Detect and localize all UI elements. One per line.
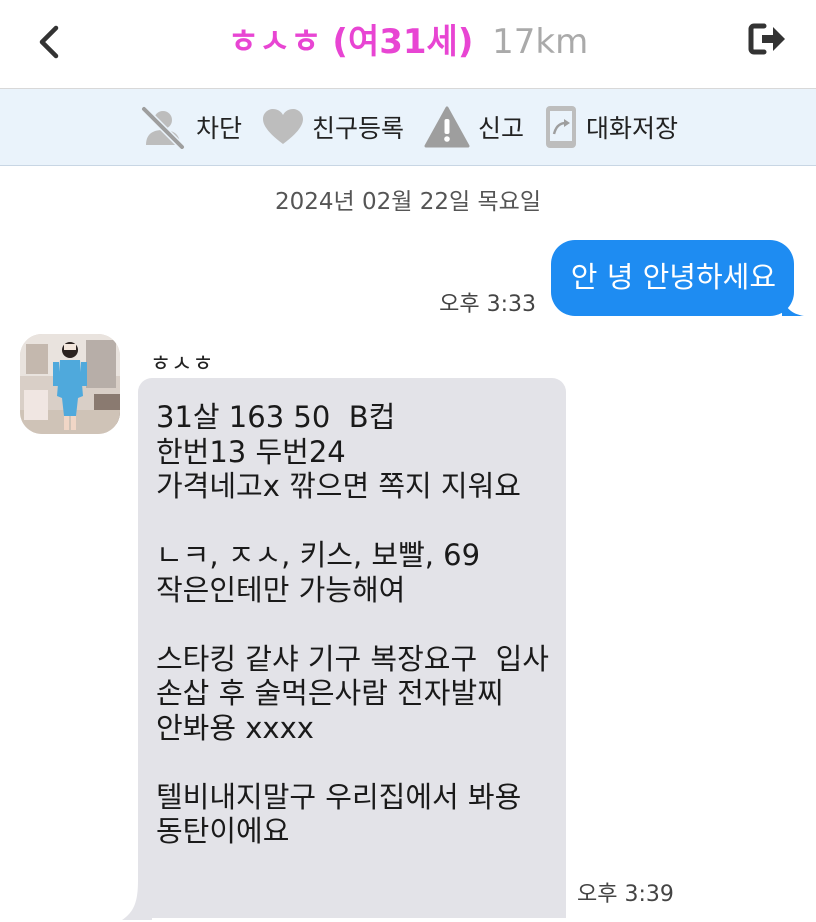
leave-chat-button[interactable] <box>744 18 792 62</box>
block-label: 차단 <box>195 114 242 143</box>
outgoing-bubble: 안 녕 안녕하세요 <box>550 240 804 316</box>
add-friend-label: 친구등록 <box>311 114 404 143</box>
outgoing-message[interactable]: 안 녕 안녕하세요 <box>550 240 804 316</box>
incoming-text: 31살 163 50 B컵 한번13 두번24 가격네고x 깎으면 쪽지 지워요… <box>156 400 549 848</box>
avatar[interactable] <box>20 334 120 434</box>
chat-title: ㅎㅅㅎ (여31세) 17km <box>0 22 816 62</box>
warning-icon <box>424 106 470 148</box>
incoming-message-time: 오후 3:39 <box>577 882 674 907</box>
report-button[interactable]: 신고 <box>424 106 524 148</box>
action-bar: 차단 친구등록 신고 대화저장 <box>0 89 816 166</box>
add-friend-button[interactable]: 친구등록 <box>262 108 404 146</box>
save-chat-button[interactable]: 대화저장 <box>544 104 678 150</box>
profile-photo <box>20 334 120 434</box>
block-button[interactable]: 차단 <box>138 105 242 149</box>
partner-distance: 17km <box>492 22 589 62</box>
save-chat-icon <box>546 106 577 148</box>
outgoing-message-time: 오후 3:33 <box>439 292 536 317</box>
sender-name: ㅎㅅㅎ <box>150 351 214 377</box>
save-chat-label: 대화저장 <box>586 114 679 143</box>
partner-name: ㅎㅅㅎ <box>227 22 322 62</box>
exit-icon <box>748 23 785 55</box>
outgoing-text: 안 녕 안녕하세요 <box>570 260 776 294</box>
block-user-icon <box>141 106 185 149</box>
bubble-tail <box>782 294 804 316</box>
partner-age: (여31세) <box>332 22 474 62</box>
report-label: 신고 <box>478 114 525 143</box>
date-divider: 2024년 02월 22일 목요일 <box>275 189 541 215</box>
heart-icon <box>262 109 303 144</box>
chat-header: ㅎㅅㅎ (여31세) 17km <box>0 0 816 89</box>
